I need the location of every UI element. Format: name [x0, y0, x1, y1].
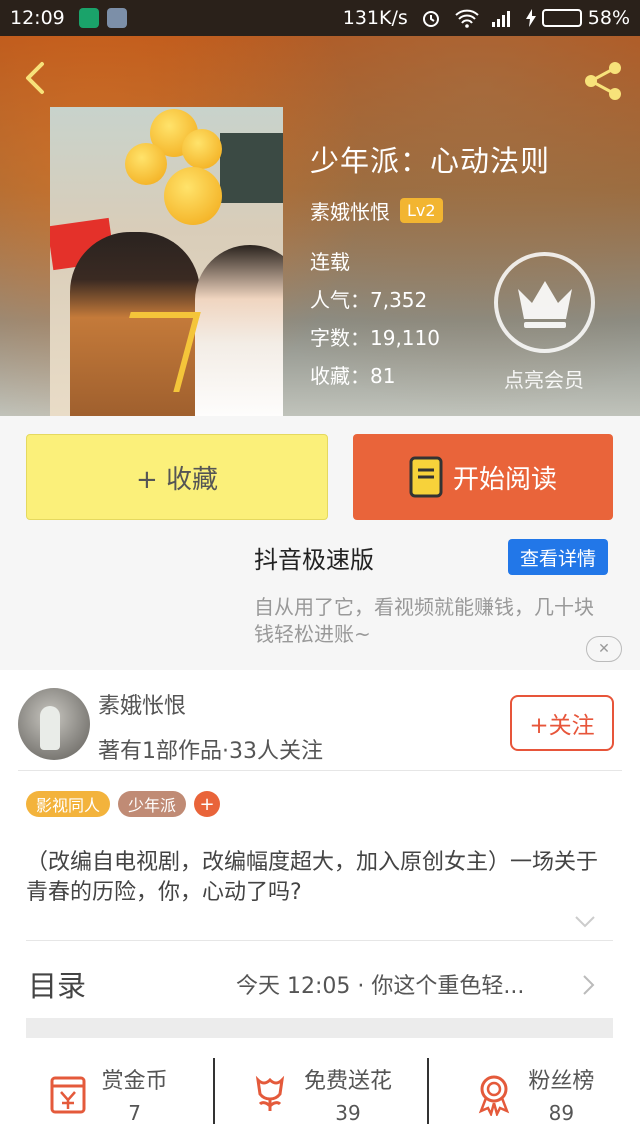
start-reading-button[interactable]: 开始阅读: [353, 434, 613, 520]
back-icon[interactable]: [16, 58, 56, 98]
reward-coin-label: 赏金币: [101, 1069, 168, 1094]
author-row: 素娥怅恨 Lv2: [310, 196, 443, 225]
vip-button[interactable]: [494, 252, 595, 353]
author-avatar[interactable]: [18, 688, 90, 760]
tag-shaonianpai[interactable]: 少年派: [118, 791, 187, 817]
vip-label[interactable]: 点亮会员: [480, 364, 608, 393]
ad-title[interactable]: 抖音极速版: [254, 540, 374, 575]
book-word-count: 字数：19,110: [310, 326, 440, 350]
book-header: 少年派：心动法则 素娥怅恨 Lv2 连载 人气：7,352 字数：19,110 …: [0, 36, 640, 416]
book-icon: [409, 456, 443, 498]
reward-coin-button[interactable]: 赏金币 7: [0, 1050, 213, 1138]
book-cover[interactable]: [50, 107, 283, 416]
ad-details-button[interactable]: 查看详情: [508, 539, 608, 575]
fan-ranking-label: 粉丝榜: [528, 1069, 595, 1094]
toc-latest-chapter[interactable]: 今天 12:05 · 你这个重色轻...: [236, 968, 566, 1000]
book-popularity: 人气：7,352: [310, 288, 428, 312]
ad-close-icon[interactable]: ✕: [586, 636, 622, 662]
section-separator: [26, 1018, 613, 1038]
battery-indicator: 58%: [525, 7, 630, 29]
security-app-icon: [78, 8, 99, 28]
author-card-name[interactable]: 素娥怅恨: [98, 688, 186, 720]
cover-emoji: [125, 143, 167, 185]
book-description: （改编自电视剧，改编幅度超大，加入原创女主）一场关于青春的历险，你，心动了吗?: [26, 850, 599, 905]
signal-icon: [491, 11, 510, 27]
favorite-button[interactable]: + 收藏: [26, 434, 328, 520]
divider: [26, 940, 613, 941]
status-time: 12:09: [10, 7, 65, 29]
wifi-icon: [455, 9, 479, 28]
cover-board: [220, 133, 283, 203]
network-speed: 131K/s: [342, 7, 408, 29]
tag-list: 影视同人 少年派 +: [26, 791, 221, 817]
medal-icon: [479, 1075, 510, 1116]
follow-button[interactable]: +关注: [510, 695, 614, 751]
status-bar: 12:09 131K/s 58%: [0, 0, 640, 36]
reward-coin-count: 7: [128, 1101, 142, 1125]
fan-ranking-button[interactable]: 粉丝榜 89: [426, 1050, 640, 1138]
fan-ranking-count: 89: [548, 1101, 575, 1125]
chevron-right-icon[interactable]: [582, 974, 596, 996]
tag-fanfic[interactable]: 影视同人: [26, 791, 111, 817]
battery-icon: [541, 9, 582, 27]
share-icon[interactable]: [580, 58, 626, 104]
level-badge: Lv2: [400, 198, 443, 223]
book-favorites: 收藏：81: [310, 364, 396, 388]
free-flower-count: 39: [335, 1101, 361, 1125]
chevron-down-icon[interactable]: [575, 916, 595, 928]
author-name[interactable]: 素娥怅恨: [310, 196, 390, 225]
start-reading-label: 开始阅读: [452, 464, 557, 495]
battery-percent: 58%: [587, 7, 630, 29]
flower-icon: [255, 1075, 285, 1111]
ad-description[interactable]: 自从用了它，看视频就能赚钱，几十块钱轻松进账~: [254, 594, 606, 648]
book-details: 素娥怅恨 著有1部作品·33人关注 +关注 影视同人 少年派 + （改编自电视剧…: [0, 670, 640, 1138]
crown-icon: [517, 280, 572, 328]
cover-emoji: [182, 129, 222, 169]
book-status: 连载: [310, 250, 350, 274]
cover-figure-woman: [195, 245, 283, 416]
book-title: 少年派：心动法则: [310, 144, 551, 178]
toc-label[interactable]: 目录: [28, 963, 86, 1005]
author-card-stats: 著有1部作品·33人关注: [98, 739, 323, 764]
cover-emoji: [164, 167, 222, 225]
add-tag-button[interactable]: +: [194, 791, 221, 817]
alarm-icon: [422, 11, 439, 27]
charging-icon: [525, 9, 536, 27]
divider: [18, 770, 622, 771]
reward-coin-icon: [50, 1076, 86, 1114]
free-flower-label: 免费送花: [303, 1069, 392, 1094]
free-flower-button[interactable]: 免费送花 39: [213, 1050, 426, 1138]
bottom-action-bar: 赏金币 7 免费送花 39 粉丝榜 89: [0, 1050, 640, 1138]
notes-app-icon: [106, 8, 127, 28]
